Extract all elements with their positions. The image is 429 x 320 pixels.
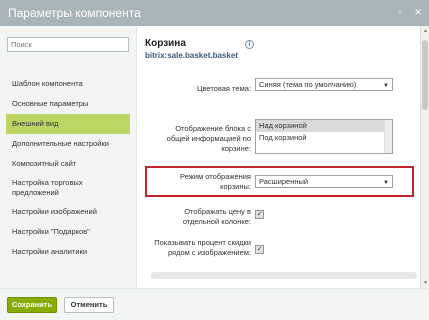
listbox-scrollbar[interactable]: [384, 120, 392, 153]
sidebar-item-appearance[interactable]: Внешний вид: [6, 114, 130, 134]
component-code: bitrix:sale.basket.basket: [145, 51, 238, 60]
sidebar-item-images[interactable]: Настройки изображений: [6, 202, 130, 222]
chevron-down-icon: ▼: [383, 83, 389, 89]
display-mode-value: Расширенный: [259, 177, 309, 186]
vertical-scrollbar[interactable]: ▲ ▼: [420, 26, 429, 288]
info-block-listbox[interactable]: Над корзиной Под корзиной: [255, 119, 393, 154]
sidebar-item-composite[interactable]: Композитный сайт: [6, 154, 130, 174]
save-button[interactable]: Сохранить: [7, 297, 57, 313]
search-input[interactable]: [7, 37, 129, 52]
scroll-down-icon[interactable]: ▼: [422, 280, 429, 286]
close-icon[interactable]: ✕: [412, 6, 424, 18]
scroll-up-icon[interactable]: ▲: [422, 28, 429, 34]
price-column-label: Отображать цену в отдельной колонке:: [182, 207, 251, 226]
info-block-option-above[interactable]: Над корзиной: [256, 120, 392, 132]
info-block-option-below[interactable]: Под корзиной: [256, 132, 392, 144]
price-column-checkbox[interactable]: ✓: [255, 210, 264, 219]
sidebar-item-gifts[interactable]: Настройки "Подарков": [6, 222, 130, 242]
info-block-label: Отображение блока с общей информацией по…: [166, 124, 251, 153]
window-title: Параметры компонента: [8, 6, 141, 20]
color-theme-select[interactable]: Синяя (тема по умолчанию) ▼: [255, 78, 393, 91]
cancel-button[interactable]: Отменить: [64, 297, 114, 313]
window-titlebar: Параметры компонента ▫ ✕: [0, 0, 429, 26]
minimize-icon[interactable]: ▫: [394, 6, 406, 18]
display-mode-label: Режим отображения корзины:: [180, 172, 251, 191]
horizontal-scrollbar[interactable]: [151, 272, 417, 279]
discount-percent-checkbox[interactable]: ✓: [255, 245, 264, 254]
sidebar: Шаблон компонента Основные параметры Вне…: [0, 26, 137, 288]
settings-panel: Корзина bitrix:sale.basket.basket i Цвет…: [137, 26, 420, 288]
color-theme-label: Цветовая тема:: [196, 84, 251, 93]
discount-percent-label: Показывать процент скидки рядом с изобра…: [154, 238, 251, 257]
sidebar-item-analytics[interactable]: Настройки аналитики: [6, 242, 130, 262]
color-theme-value: Синяя (тема по умолчанию): [259, 80, 357, 89]
sidebar-item-offers[interactable]: Настройка торговых предложений: [6, 174, 130, 202]
info-icon[interactable]: i: [245, 40, 254, 49]
display-mode-select[interactable]: Расширенный ▼: [255, 175, 393, 188]
dialog-footer: Сохранить Отменить: [0, 288, 429, 320]
scroll-thumb[interactable]: [422, 40, 428, 110]
sidebar-item-template[interactable]: Шаблон компонента: [6, 74, 130, 94]
sidebar-nav: Шаблон компонента Основные параметры Вне…: [6, 74, 130, 262]
chevron-down-icon: ▼: [383, 180, 389, 186]
component-name: Корзина: [145, 38, 186, 49]
sidebar-item-main-params[interactable]: Основные параметры: [6, 94, 130, 114]
sidebar-item-additional[interactable]: Дополнительные настройки: [6, 134, 130, 154]
